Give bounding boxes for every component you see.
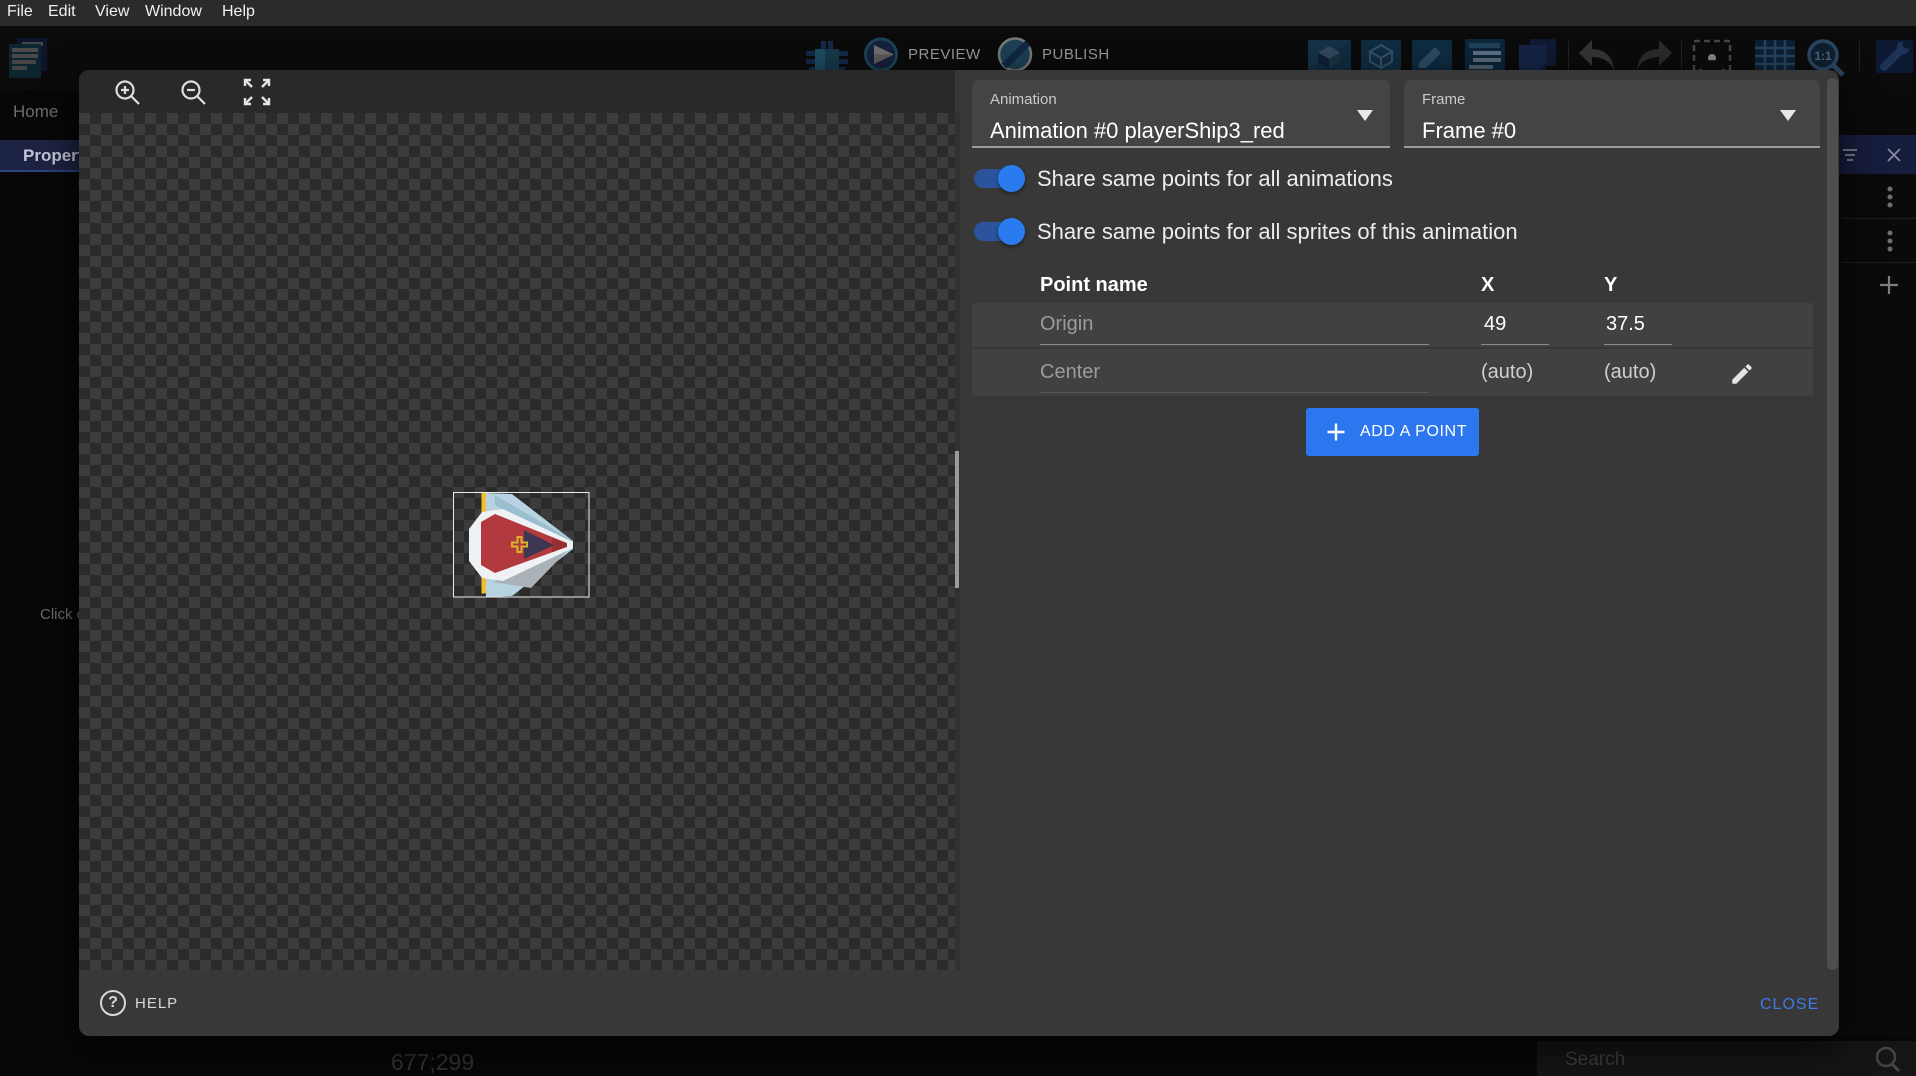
svg-text:1:1: 1:1 xyxy=(1814,49,1832,63)
